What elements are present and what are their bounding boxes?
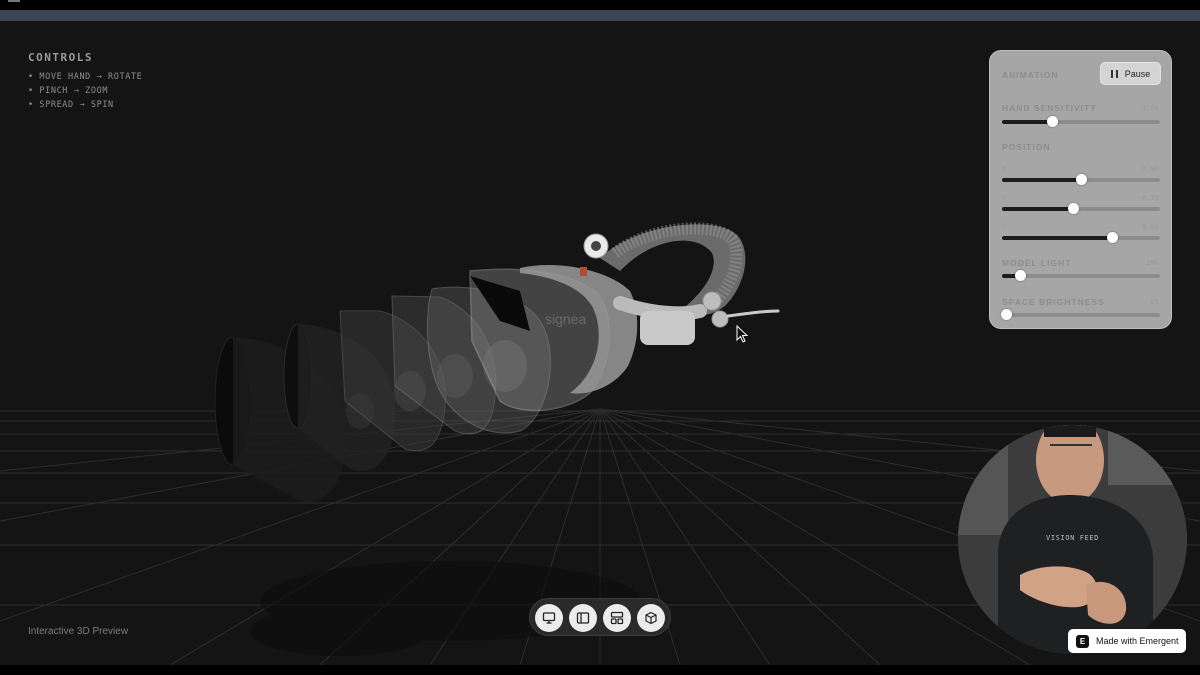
pause-button[interactable]: Pause bbox=[1100, 62, 1161, 85]
dial-crown bbox=[580, 233, 609, 276]
made-with-badge[interactable]: E Made with Emergent bbox=[1068, 629, 1186, 653]
space-brightness-slider[interactable] bbox=[1001, 309, 1160, 320]
slider-thumb[interactable] bbox=[1001, 309, 1013, 320]
space-brightness-value: 0% bbox=[1150, 298, 1159, 306]
slider-thumb[interactable] bbox=[1067, 203, 1079, 214]
controls-item-zoom: • PINCH → ZOOM bbox=[28, 86, 109, 96]
model-light-value: 20% bbox=[1146, 259, 1159, 267]
position-z-slider[interactable] bbox=[1002, 232, 1160, 243]
preview-label: Interactive 3D Preview bbox=[28, 626, 129, 637]
monitor-icon bbox=[542, 612, 556, 624]
controls-title: CONTROLS bbox=[28, 51, 93, 64]
model-light-slider[interactable] bbox=[1002, 270, 1160, 281]
pause-icon bbox=[1110, 69, 1118, 78]
sidebar-layout-icon bbox=[576, 612, 590, 624]
sidebar-view-button[interactable] bbox=[569, 604, 597, 632]
controls-help: CONTROLS • MOVE HAND → ROTATE • PINCH → … bbox=[28, 51, 142, 112]
3d-view-button[interactable] bbox=[637, 604, 665, 632]
camera-feed: VISION FEED bbox=[958, 425, 1187, 654]
model-brand-text: signea bbox=[545, 311, 586, 327]
position-x-value: 0.00 bbox=[1142, 165, 1159, 173]
space-brightness-label: SPACE BRIGHTNESS bbox=[1002, 297, 1105, 307]
slider-thumb[interactable] bbox=[1047, 116, 1059, 127]
slider-fill bbox=[1002, 207, 1074, 211]
slider-thumb[interactable] bbox=[1075, 174, 1087, 185]
slider-fill bbox=[1002, 236, 1113, 240]
emergent-logo-icon: E bbox=[1076, 634, 1089, 648]
hand-sensitivity-value: 1.0x bbox=[1142, 104, 1159, 112]
position-y-label: Y bbox=[1002, 195, 1006, 202]
position-label: POSITION bbox=[1002, 142, 1051, 152]
position-x-label: X bbox=[1002, 166, 1006, 173]
controls-item-spin: • SPREAD → SPIN bbox=[28, 100, 114, 110]
settings-panel: ANIMATION Pause HAND SENSITIVITY 1.0x PO… bbox=[989, 50, 1172, 329]
hand-sensitivity-label: HAND SENSITIVITY bbox=[1002, 103, 1097, 113]
animation-label: ANIMATION bbox=[1002, 70, 1059, 80]
mouse-cursor-icon bbox=[736, 324, 749, 343]
position-y-slider[interactable] bbox=[1002, 203, 1160, 214]
cube-icon bbox=[645, 611, 657, 625]
view-toolbar bbox=[529, 598, 671, 636]
position-z-value: 0.00 bbox=[1142, 223, 1159, 231]
model-light-label: MODEL LIGHT bbox=[1002, 258, 1072, 268]
window-glyph-icon bbox=[8, 0, 20, 4]
controls-item-rotate: • MOVE HAND → ROTATE bbox=[28, 72, 143, 82]
strap-connector bbox=[640, 291, 780, 345]
position-x-slider[interactable] bbox=[1002, 174, 1160, 185]
position-y-value: -0.20 bbox=[1137, 194, 1159, 202]
slider-fill bbox=[1002, 178, 1081, 182]
camera-feed-label: VISION FEED bbox=[1046, 534, 1099, 542]
grid-layout-icon bbox=[610, 611, 624, 625]
grid-view-button[interactable] bbox=[603, 604, 631, 632]
bottom-bar bbox=[0, 665, 1200, 675]
slider-thumb[interactable] bbox=[1015, 270, 1027, 281]
made-with-label: Made with Emergent bbox=[1096, 636, 1179, 646]
position-z-label: Z bbox=[1002, 224, 1006, 231]
slider-fill bbox=[1002, 120, 1053, 124]
top-bar bbox=[0, 0, 1200, 10]
pause-button-label: Pause bbox=[1124, 68, 1151, 79]
hand-sensitivity-slider[interactable] bbox=[1002, 116, 1160, 127]
monitor-view-button[interactable] bbox=[535, 604, 563, 632]
top-accent-bar bbox=[0, 10, 1200, 21]
slider-thumb[interactable] bbox=[1107, 232, 1119, 243]
head-band bbox=[600, 222, 746, 321]
